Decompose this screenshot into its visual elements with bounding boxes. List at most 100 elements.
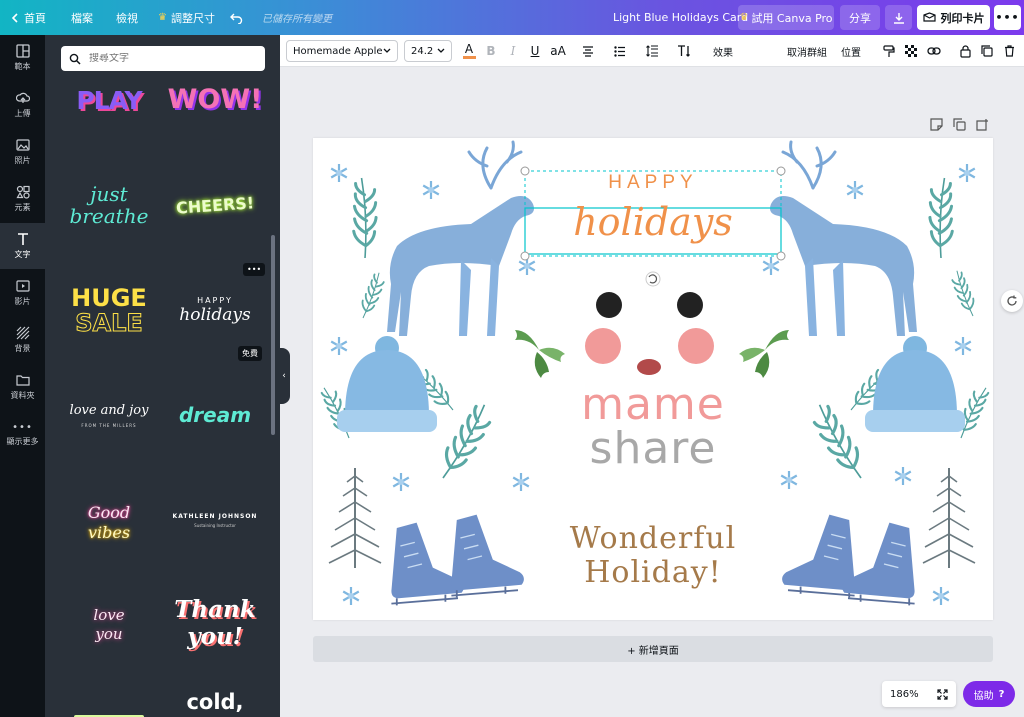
happy-text-layer[interactable]: HAPPY	[525, 172, 781, 194]
bold-button[interactable]: B	[482, 35, 500, 67]
text-style-love-you[interactable]: love you	[59, 595, 159, 655]
more-options-button[interactable]: •••	[994, 5, 1021, 30]
rail-folders[interactable]: 資料夾	[0, 364, 45, 410]
italic-button[interactable]: I	[504, 35, 522, 67]
text-style-love-and-joy[interactable]: love and joy FROM THE MILLERS	[59, 393, 159, 437]
text-style-thank-you[interactable]: Thank you!	[165, 591, 265, 655]
text-style-play[interactable]: PLAY	[59, 80, 159, 120]
text-style-just-breathe[interactable]: just breathe	[59, 175, 159, 235]
design-page[interactable]: HAPPY holidays mame share Wonderful Holi…	[313, 138, 993, 620]
rail-uploads-label: 上傳	[14, 109, 31, 118]
text-style-dream[interactable]: dream	[165, 397, 265, 433]
breathe-text: breathe	[69, 204, 149, 228]
greeting-text-layer[interactable]: Wonderful Holiday!	[533, 522, 773, 590]
duplicate-page-icon[interactable]	[953, 118, 966, 131]
rail-photos[interactable]: 照片	[0, 129, 45, 175]
rail-more[interactable]: ••• 顯示更多	[0, 411, 45, 457]
text-style-partial[interactable]	[69, 709, 149, 717]
rail-templates[interactable]: 範本	[0, 35, 45, 81]
rail-photos-label: 照片	[14, 156, 31, 165]
text-color-button[interactable]: A	[458, 35, 480, 67]
ungroup-button[interactable]: 取消群組	[784, 35, 830, 67]
rail-templates-label: 範本	[14, 62, 31, 71]
add-page-icon[interactable]	[976, 118, 989, 131]
text-orientation-icon	[678, 45, 690, 57]
help-button[interactable]: 協助 ?	[963, 681, 1015, 707]
try-pro-button[interactable]: ♛ 試用 Canva Pro	[738, 5, 834, 30]
spacing-button[interactable]	[642, 35, 662, 67]
more-badge[interactable]: •••	[243, 263, 266, 276]
happy-text: HAPPY	[608, 172, 698, 193]
add-page-button[interactable]: + 新增頁面	[313, 636, 993, 662]
print-card-button[interactable]: 列印卡片	[917, 5, 990, 30]
holidays-text-layer[interactable]: holidays	[525, 200, 781, 244]
font-family-select[interactable]: Homemade Apple	[286, 40, 398, 62]
expand-icon[interactable]	[937, 688, 948, 700]
duplicate-button[interactable]	[978, 35, 996, 67]
try-pro-label: 試用 Canva Pro	[751, 11, 833, 25]
letter-case-button[interactable]: aA	[548, 35, 568, 67]
effects-button[interactable]: 效果	[708, 35, 738, 67]
underline-button[interactable]: U	[526, 35, 544, 67]
lock-icon	[959, 44, 971, 58]
rail-elements[interactable]: 元素	[0, 176, 45, 222]
rail-text[interactable]: 文字	[0, 223, 45, 269]
file-menu[interactable]: 檔案	[71, 0, 93, 35]
help-label: 協助	[973, 690, 994, 702]
rail-videos-label: 影片	[14, 297, 31, 306]
rail-videos[interactable]: 影片	[0, 270, 45, 316]
undo-button[interactable]	[230, 0, 243, 35]
text-style-cold[interactable]: cold,	[165, 687, 265, 717]
rail-text-label: 文字	[14, 250, 31, 259]
underline-icon: U	[530, 44, 540, 58]
text-style-happy-holidays[interactable]: HAPPY holidays	[165, 287, 265, 333]
cold-text: cold,	[186, 690, 244, 714]
list-button[interactable]	[610, 35, 630, 67]
resize-button[interactable]: ♛ 調整尺寸	[158, 0, 215, 35]
zoom-control[interactable]: 186%	[882, 681, 956, 707]
text-style-huge-sale[interactable]: HUGE SALE	[59, 283, 159, 339]
folder-icon	[15, 375, 30, 386]
text-style-good-vibes[interactable]: Good vibes	[59, 495, 159, 551]
delete-button[interactable]	[1000, 35, 1018, 67]
font-size-select[interactable]: 24.2	[404, 40, 452, 62]
document-title[interactable]: Light Blue Holidays Card	[613, 0, 748, 35]
view-menu[interactable]: 檢視	[116, 0, 138, 35]
search-input[interactable]	[89, 53, 249, 64]
text-style-wow[interactable]: WOW!	[165, 77, 265, 121]
refresh-button[interactable]	[1001, 290, 1023, 312]
lock-button[interactable]	[956, 35, 974, 67]
ellipsis-icon: •••	[995, 11, 1020, 24]
text-style-cheers[interactable]: CHEERS!	[165, 185, 265, 225]
position-button[interactable]: 位置	[838, 35, 864, 67]
rail-more-label: 顯示更多	[6, 436, 39, 446]
link-button[interactable]	[924, 35, 944, 67]
share-button[interactable]: 分享	[840, 5, 880, 30]
search-box[interactable]	[61, 46, 265, 71]
home-button[interactable]: 首頁	[10, 0, 46, 35]
vibes-text: vibes	[87, 523, 131, 542]
text-style-kathleen-johnson[interactable]: KATHLEEN JOHNSON Sustaining Instructor	[165, 505, 265, 535]
font-family-value: Homemade Apple	[293, 45, 383, 57]
download-icon	[893, 12, 904, 24]
photo-icon	[15, 139, 30, 151]
page-note-icon[interactable]	[930, 118, 943, 131]
free-badge: 免費	[238, 346, 262, 361]
copy-style-button[interactable]	[880, 35, 898, 67]
vertical-text-button[interactable]	[674, 35, 694, 67]
transparency-button[interactable]	[902, 35, 920, 67]
cloud-upload-icon	[15, 92, 30, 103]
love-text: love	[93, 606, 125, 624]
rail-uploads[interactable]: 上傳	[0, 82, 45, 128]
chevron-left-icon: ‹	[282, 371, 286, 381]
text-color-swatch	[462, 56, 476, 59]
collapse-panel-button[interactable]: ‹	[278, 348, 290, 404]
align-button[interactable]	[578, 35, 598, 67]
rail-backgrounds[interactable]: 背景	[0, 317, 45, 363]
kathleen-sub-text: Sustaining Instructor	[194, 522, 236, 528]
background-pattern-icon	[16, 326, 29, 340]
holiday-text: Holiday!	[584, 555, 722, 590]
line-spacing-icon	[645, 45, 658, 57]
download-button[interactable]	[885, 5, 912, 30]
panel-scrollbar[interactable]	[271, 235, 275, 435]
